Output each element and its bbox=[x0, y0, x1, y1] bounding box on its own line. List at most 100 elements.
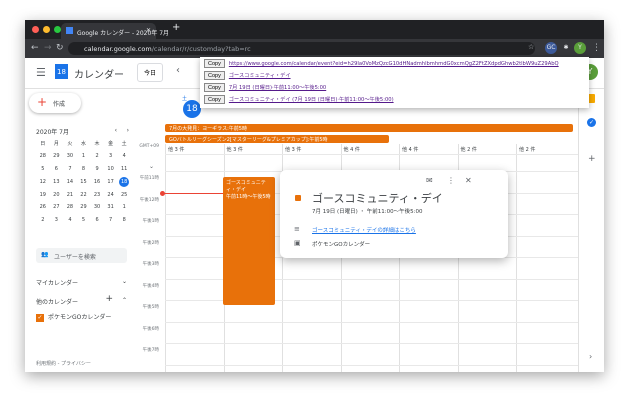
mini-day[interactable]: 4 bbox=[117, 150, 131, 163]
mini-day[interactable]: 27 bbox=[50, 201, 64, 214]
mini-day[interactable]: 8 bbox=[117, 214, 131, 227]
copy-button[interactable]: Copy bbox=[204, 83, 225, 92]
more-events-count[interactable]: 他 2 件 bbox=[461, 146, 477, 153]
mini-day[interactable]: 28 bbox=[63, 201, 77, 214]
create-button[interactable]: + 作成 bbox=[29, 93, 81, 113]
copy-link[interactable]: ゴースコミュニティ・デイ bbox=[229, 73, 291, 79]
copy-button[interactable]: Copy bbox=[204, 71, 225, 80]
close-window-button[interactable] bbox=[32, 26, 39, 33]
mini-day[interactable]: 19 bbox=[36, 188, 50, 201]
add-calendar-icon[interactable]: + bbox=[105, 294, 113, 304]
mini-day[interactable]: 11 bbox=[117, 163, 131, 176]
copy-button[interactable]: Copy bbox=[204, 95, 225, 104]
mini-day[interactable]: 4 bbox=[63, 214, 77, 227]
mini-day[interactable]: 18 bbox=[117, 175, 131, 188]
keep-icon[interactable] bbox=[588, 94, 595, 103]
more-events-count[interactable]: 他 2 件 bbox=[519, 146, 535, 153]
profile-avatar[interactable]: Y bbox=[574, 42, 586, 54]
details-link[interactable]: ゴースコミュニティ・デイの詳細はこちら bbox=[312, 226, 416, 234]
more-events-count[interactable]: 他 4 件 bbox=[344, 146, 360, 153]
expand-allday-icon[interactable]: ⌄ bbox=[149, 163, 154, 170]
star-icon[interactable]: ☆ bbox=[528, 43, 534, 51]
search-people-input[interactable]: 👥 ユーザーを検索 bbox=[36, 248, 127, 263]
mini-day[interactable]: 13 bbox=[50, 175, 64, 188]
more-events-count[interactable]: 他 3 件 bbox=[285, 146, 301, 153]
mini-day[interactable]: 1 bbox=[117, 201, 131, 214]
mini-day[interactable]: 29 bbox=[50, 150, 64, 163]
today-button[interactable]: 今日 bbox=[137, 63, 164, 82]
reload-icon[interactable]: ↻ bbox=[56, 43, 64, 53]
mini-day[interactable]: 28 bbox=[36, 150, 50, 163]
mini-day[interactable]: 5 bbox=[77, 214, 91, 227]
url-input[interactable]: calendar.google.com/calendar/r/customday… bbox=[68, 42, 535, 55]
mini-day[interactable]: 30 bbox=[63, 150, 77, 163]
more-events-count[interactable]: 他 4 件 bbox=[402, 146, 418, 153]
mini-day[interactable]: 5 bbox=[36, 163, 50, 176]
mini-day[interactable]: 14 bbox=[63, 175, 77, 188]
mini-day[interactable]: 10 bbox=[104, 163, 118, 176]
more-options-icon[interactable]: ⋮ bbox=[447, 176, 455, 185]
mini-day[interactable]: 31 bbox=[104, 201, 118, 214]
mini-day[interactable]: 23 bbox=[90, 188, 104, 201]
mini-day[interactable]: 17 bbox=[104, 175, 118, 188]
day-column[interactable] bbox=[165, 144, 166, 372]
email-icon[interactable]: ✉ bbox=[426, 176, 433, 185]
mini-day[interactable]: 6 bbox=[90, 214, 104, 227]
mini-day-today[interactable]: 18 bbox=[119, 176, 130, 187]
chevron-up-icon[interactable]: ⌃ bbox=[122, 297, 127, 304]
extension-icon[interactable]: GC bbox=[545, 42, 557, 54]
mini-day[interactable]: 2 bbox=[36, 214, 50, 227]
mini-day[interactable]: 25 bbox=[117, 188, 131, 201]
copy-link[interactable]: https://www.google.com/calendar/event?ei… bbox=[229, 61, 559, 67]
expand-panel-icon[interactable]: › bbox=[589, 352, 592, 361]
forward-icon[interactable]: → bbox=[44, 43, 52, 53]
mini-day[interactable]: 8 bbox=[77, 163, 91, 176]
terms-privacy-link[interactable]: 利用規約 - プライバシー bbox=[36, 360, 91, 367]
mini-next-icon[interactable]: › bbox=[127, 127, 129, 134]
mini-day[interactable]: 3 bbox=[104, 150, 118, 163]
copy-button[interactable]: Copy bbox=[204, 59, 225, 68]
my-calendars-toggle[interactable]: マイカレンダー ⌄ bbox=[36, 278, 127, 287]
mini-day[interactable]: 22 bbox=[77, 188, 91, 201]
mini-day[interactable]: 21 bbox=[63, 188, 77, 201]
mini-day[interactable]: 20 bbox=[50, 188, 64, 201]
checkbox-checked-icon[interactable]: ✓ bbox=[36, 313, 44, 322]
mini-day[interactable]: 7 bbox=[104, 214, 118, 227]
calendar-item-pokemongo[interactable]: ✓ ポケモンGOカレンダー bbox=[36, 312, 111, 322]
prev-icon[interactable]: ‹ bbox=[176, 65, 180, 76]
mini-day[interactable]: 24 bbox=[104, 188, 118, 201]
menu-icon[interactable]: ⋮ bbox=[592, 43, 601, 53]
mini-day[interactable]: 30 bbox=[90, 201, 104, 214]
maximize-window-button[interactable] bbox=[54, 26, 61, 33]
close-icon[interactable]: ✕ bbox=[465, 176, 472, 185]
extensions-puzzle-icon[interactable]: ✱ bbox=[560, 42, 572, 54]
more-events-count[interactable]: 他 3 件 bbox=[168, 146, 184, 153]
mini-day[interactable]: 26 bbox=[36, 201, 50, 214]
copy-link[interactable]: ゴースコミュニティ・デイ (7月 19日 (日曜日)⋅午前11:00～午後5:0… bbox=[229, 97, 394, 103]
mini-day[interactable]: 12 bbox=[36, 175, 50, 188]
mini-day[interactable]: 15 bbox=[77, 175, 91, 188]
get-addons-icon[interactable]: + bbox=[588, 154, 596, 164]
tasks-icon[interactable]: ✓ bbox=[587, 118, 596, 127]
mini-day[interactable]: 7 bbox=[63, 163, 77, 176]
day-column[interactable] bbox=[516, 144, 517, 372]
close-tab-icon[interactable]: ✕ bbox=[146, 27, 151, 34]
more-events-count[interactable]: 他 3 件 bbox=[227, 146, 243, 153]
event-block[interactable]: ゴースコミュニティ・デイ 午前11時～午後5時 bbox=[223, 177, 275, 305]
allday-event[interactable]: 7月の大発見：ヨーギラス:午前5時 bbox=[165, 124, 573, 132]
minimize-window-button[interactable] bbox=[43, 26, 50, 33]
mini-day[interactable]: 16 bbox=[90, 175, 104, 188]
copy-link[interactable]: 7月 19日 (日曜日)⋅午前11:00～午後5:00 bbox=[229, 85, 326, 91]
main-menu-icon[interactable]: ☰ bbox=[36, 66, 46, 79]
mini-day[interactable]: 29 bbox=[77, 201, 91, 214]
new-tab-button[interactable]: + bbox=[172, 22, 180, 33]
mini-day[interactable]: 1 bbox=[77, 150, 91, 163]
mini-day[interactable]: 6 bbox=[50, 163, 64, 176]
browser-tab[interactable]: Google カレンダー - 2020年 7月 ✕ bbox=[61, 23, 169, 39]
mini-day[interactable]: 9 bbox=[90, 163, 104, 176]
mini-day[interactable]: 3 bbox=[50, 214, 64, 227]
back-icon[interactable]: ← bbox=[31, 43, 39, 53]
allday-event[interactable]: GOバトルリーグシーズン2[マスターリーグ&プレミアカップ]:午前5時 bbox=[165, 135, 389, 143]
mini-prev-icon[interactable]: ‹ bbox=[115, 127, 117, 134]
mini-day[interactable]: 2 bbox=[90, 150, 104, 163]
